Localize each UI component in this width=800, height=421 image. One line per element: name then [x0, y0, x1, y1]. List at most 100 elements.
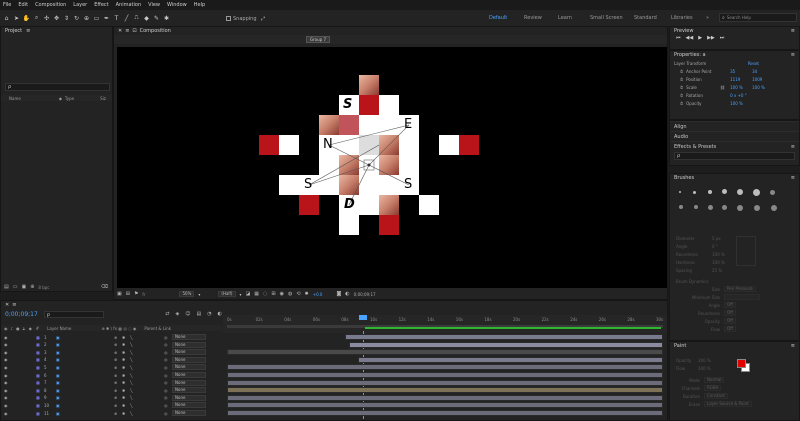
- eye-icon[interactable]: ◉: [4, 388, 12, 393]
- lock-icon[interactable]: ⊡: [132, 28, 136, 34]
- menu-animation[interactable]: Animation: [116, 2, 142, 8]
- pick-whip-icon[interactable]: ◎: [164, 350, 172, 355]
- quality-icon[interactable]: ╲: [130, 411, 138, 416]
- panel-menu-icon[interactable]: ≡: [791, 144, 795, 150]
- parent-dropdown[interactable]: None: [172, 394, 206, 401]
- fast-preview-icon[interactable]: ◪: [246, 291, 251, 297]
- effects-search-input[interactable]: ρ: [674, 152, 795, 160]
- menu-composition[interactable]: Composition: [35, 2, 66, 8]
- previous-frame-icon[interactable]: ◀◀: [686, 35, 694, 41]
- layer-duration-bar[interactable]: [227, 349, 663, 356]
- panel-menu-icon[interactable]: ≡: [26, 28, 30, 34]
- workspace-review[interactable]: Review: [524, 15, 542, 21]
- pick-whip-icon[interactable]: ◎: [164, 403, 172, 408]
- scale-y[interactable]: 100 %: [752, 85, 765, 90]
- pan-camera-icon[interactable]: ✥: [52, 14, 61, 23]
- region-icon[interactable]: ⊞: [126, 291, 130, 297]
- layer-row[interactable]: ◉ ■ 5 ▣ ⊕ ✱ ╲ ◎ None: [1, 364, 222, 371]
- rotate-tool-icon[interactable]: ↻: [72, 14, 81, 23]
- type-tool-icon[interactable]: T: [112, 14, 121, 23]
- stopwatch-icon[interactable]: ⏱: [680, 77, 683, 82]
- quality-icon[interactable]: ╲: [130, 350, 138, 355]
- resolution-dropdown[interactable]: (Half): [218, 291, 236, 297]
- brush-tip[interactable]: [722, 189, 727, 194]
- position-x[interactable]: 1119: [730, 77, 752, 82]
- snapshot-flag-icon[interactable]: ⚑: [134, 291, 138, 297]
- anchor-y[interactable]: 34: [752, 69, 757, 74]
- layer-row[interactable]: ◉ ■ 7 ▣ ⊕ ✱ ╲ ◎ None: [1, 379, 222, 386]
- selection-tool-icon[interactable]: ➤: [12, 14, 21, 23]
- brush-prop-value[interactable]: 25 %: [712, 268, 722, 273]
- opacity-value[interactable]: 100 %: [730, 101, 743, 106]
- layer-duration-bar[interactable]: [358, 356, 663, 363]
- layer-duration-bar[interactable]: [345, 334, 663, 340]
- brush-prop-value[interactable]: 100 %: [712, 260, 725, 265]
- workspace-libraries[interactable]: Libraries: [671, 15, 693, 21]
- brush-tool-icon[interactable]: ╱: [122, 14, 131, 23]
- scale-x[interactable]: 100 %: [730, 85, 752, 90]
- brush-tip[interactable]: [693, 191, 696, 194]
- hand-tool-icon[interactable]: ✋: [22, 14, 31, 23]
- brush-prop-value[interactable]: 0 °: [712, 244, 718, 249]
- brush-tip[interactable]: [770, 190, 775, 195]
- dynamics-dropdown[interactable]: Pen Pressure: [724, 286, 756, 292]
- quality-icon[interactable]: ╲: [130, 335, 138, 340]
- align-section[interactable]: Align: [670, 121, 799, 131]
- dynamics-dropdown[interactable]: Off: [724, 302, 736, 308]
- stopwatch-icon[interactable]: ⏱: [680, 101, 683, 106]
- comp-viewer[interactable]: S E N S S D: [117, 47, 667, 288]
- eye-icon[interactable]: ◉: [4, 373, 12, 378]
- anchor-point-icon[interactable]: [367, 163, 371, 167]
- parent-dropdown[interactable]: None: [172, 379, 206, 386]
- comp-flowchart-icon[interactable]: ⇄: [165, 311, 169, 317]
- brush-tip[interactable]: [694, 205, 698, 209]
- brush-tip[interactable]: [754, 205, 760, 211]
- show-snapshot-icon[interactable]: ◐: [345, 291, 349, 297]
- paint-erase-dropdown[interactable]: Layer Source & Paint: [704, 401, 752, 407]
- pick-whip-icon[interactable]: ◎: [164, 335, 172, 340]
- clone-stamp-icon[interactable]: ⎍: [132, 14, 141, 23]
- parent-link-header[interactable]: Parent & Link: [144, 326, 171, 331]
- stopwatch-icon[interactable]: ⏱: [680, 69, 683, 74]
- exposure-value[interactable]: +0.0: [313, 292, 323, 297]
- column-name[interactable]: Name: [9, 96, 21, 101]
- comp-timecode[interactable]: 0;00;09;17: [354, 292, 376, 297]
- close-icon[interactable]: ✕: [118, 28, 122, 34]
- parent-dropdown[interactable]: None: [172, 349, 206, 356]
- frame-blending-icon[interactable]: ▤: [197, 311, 202, 317]
- panel-menu-icon[interactable]: ≡: [791, 52, 795, 58]
- shy-icon[interactable]: ⊕: [114, 380, 122, 385]
- flowchart-icon[interactable]: ⊕: [30, 284, 34, 290]
- column-type[interactable]: Type: [65, 96, 74, 101]
- panel-menu-icon[interactable]: ≡: [125, 28, 129, 34]
- toggle-transparency-icon[interactable]: ▦: [254, 291, 259, 297]
- dolly-camera-icon[interactable]: ⇕: [62, 14, 71, 23]
- reset-button[interactable]: Reset: [748, 61, 759, 66]
- quality-icon[interactable]: ╲: [130, 395, 138, 400]
- layer-row[interactable]: ◉ ■ 4 ▣ ⊕ ✱ ╲ ◎ None: [1, 356, 222, 363]
- quality-icon[interactable]: ╲: [130, 357, 138, 362]
- label-color-icon[interactable]: ■: [36, 411, 44, 416]
- quality-icon[interactable]: ╲: [130, 373, 138, 378]
- collapse-icon[interactable]: ✱: [122, 350, 130, 355]
- motion-blur-icon[interactable]: ◔: [207, 311, 211, 317]
- panel-menu-icon[interactable]: ≡: [791, 343, 795, 349]
- label-color-icon[interactable]: ■: [36, 342, 44, 347]
- brush-tip[interactable]: [679, 191, 681, 193]
- always-preview-icon[interactable]: ▣: [117, 291, 122, 297]
- panel-menu-icon[interactable]: ≡: [791, 175, 795, 181]
- bpc-label[interactable]: 8 bpc: [38, 285, 49, 290]
- dynamics-dropdown[interactable]: Off: [724, 318, 736, 324]
- layer-duration-bar[interactable]: [227, 410, 663, 416]
- menu-file[interactable]: File: [3, 2, 11, 8]
- quality-icon[interactable]: ╲: [130, 403, 138, 408]
- menu-edit[interactable]: Edit: [18, 2, 28, 8]
- label-color-icon[interactable]: ■: [36, 357, 44, 362]
- stopwatch-icon[interactable]: ⏱: [680, 93, 683, 98]
- timeline-search-input[interactable]: ρ: [43, 310, 104, 318]
- link-icon[interactable]: ⛓: [720, 85, 730, 90]
- label-color-icon[interactable]: ■: [36, 388, 44, 393]
- collapse-icon[interactable]: ✱: [122, 357, 130, 362]
- quality-icon[interactable]: ╲: [130, 388, 138, 393]
- parent-dropdown[interactable]: None: [172, 410, 206, 416]
